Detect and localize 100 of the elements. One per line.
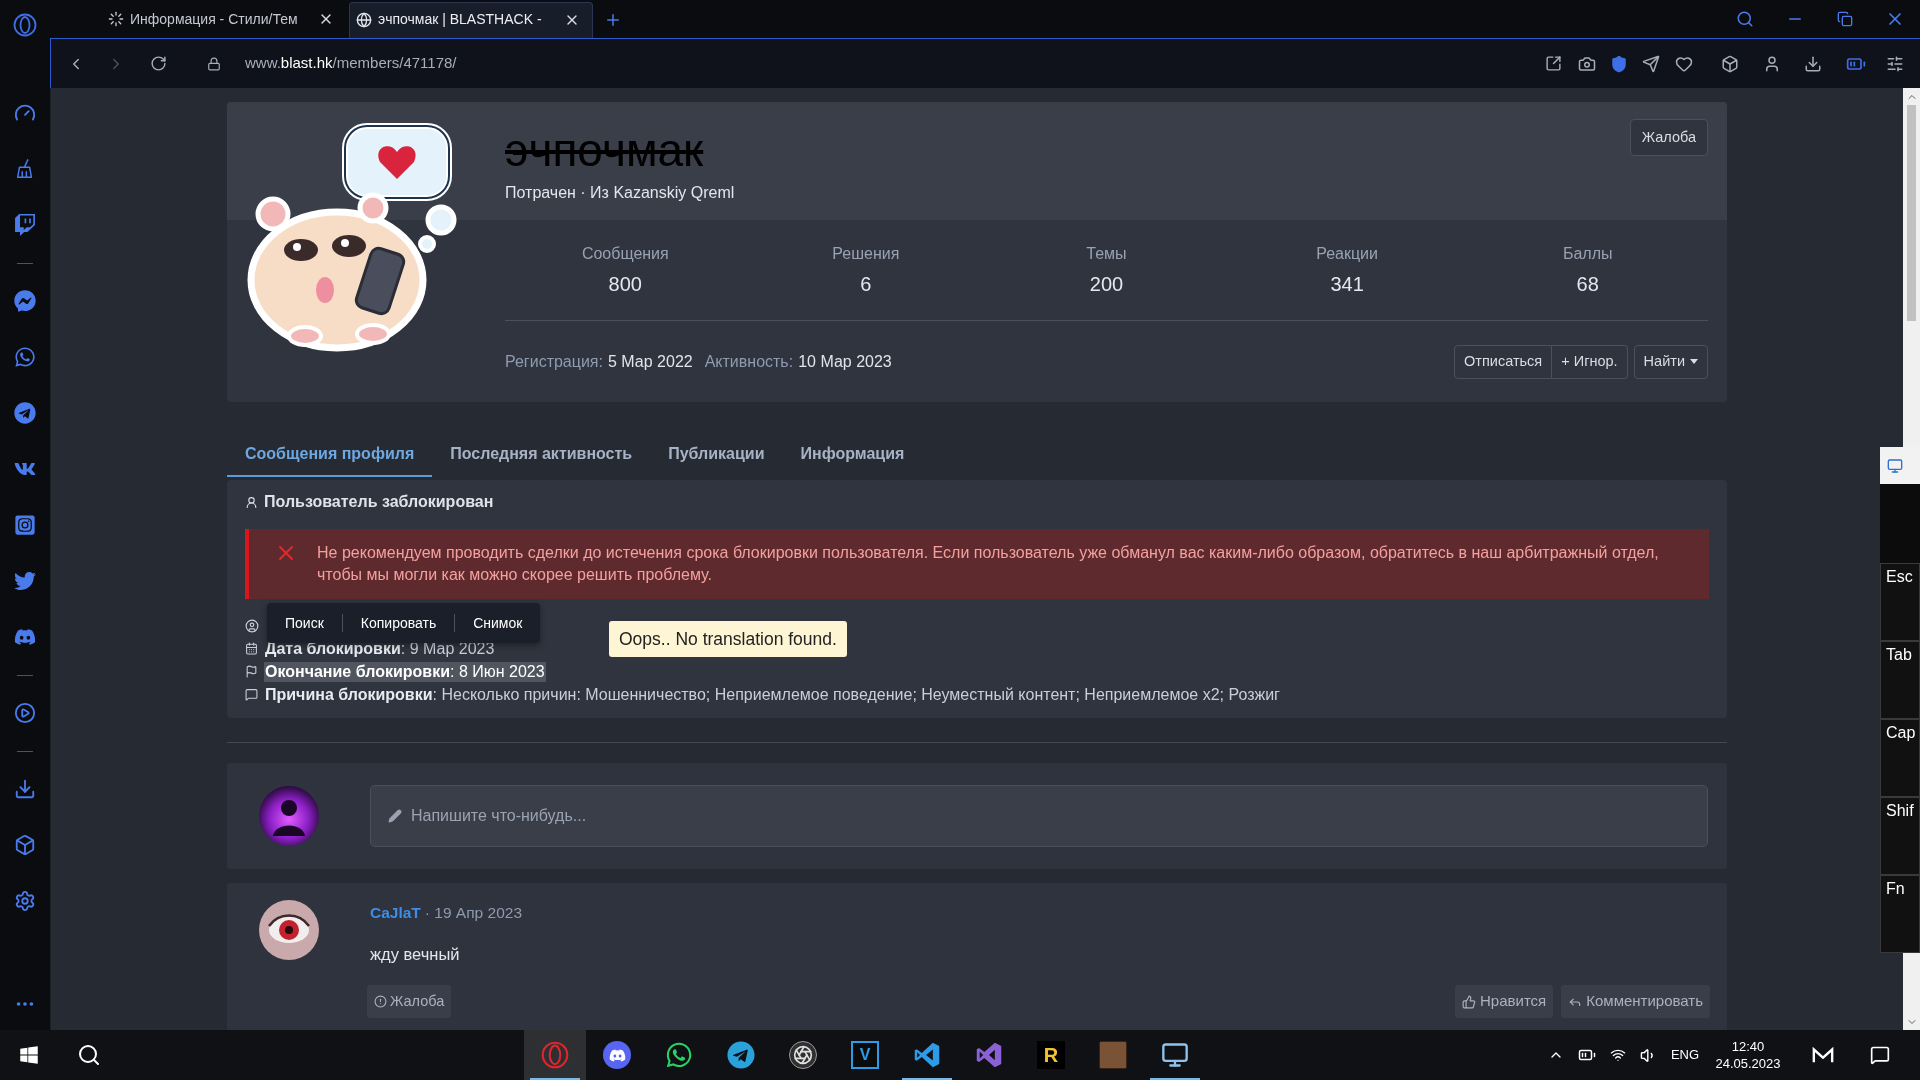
shield-icon[interactable] xyxy=(1610,54,1628,73)
popup-menu-item[interactable]: Поиск xyxy=(267,603,342,643)
instagram-icon[interactable] xyxy=(14,514,36,536)
comment-input[interactable]: Напишите что-нибудь... xyxy=(370,785,1708,847)
wifi-icon[interactable] xyxy=(1610,1047,1626,1063)
browser-tab[interactable]: эчпочмак | BLASTHACK - xyxy=(349,2,593,38)
activity-date: 10 Мар 2023 xyxy=(798,351,892,372)
stat-value: 800 xyxy=(608,272,642,297)
clock-time[interactable]: 12:40 xyxy=(1731,1038,1765,1055)
cube-icon[interactable] xyxy=(1721,54,1739,73)
user-icon xyxy=(245,495,258,509)
whatsapp-icon[interactable] xyxy=(14,346,36,368)
alert-icon xyxy=(374,995,387,1008)
translation-tooltip: Oops.. No translation found. xyxy=(609,621,847,657)
notifications-icon[interactable] xyxy=(1870,1045,1890,1065)
keyboard-key[interactable]: Esc xyxy=(1880,563,1920,641)
keyboard-key[interactable]: Shif xyxy=(1880,797,1920,875)
user-subtitle: Потрачен · Из Kazanskiy Qreml xyxy=(505,183,735,203)
caret-icon xyxy=(1690,359,1698,365)
taskbar-app[interactable]: V xyxy=(834,1030,896,1080)
unfollow-button[interactable]: Отписаться xyxy=(1454,344,1553,379)
stat-label: Баллы xyxy=(1562,244,1613,265)
keyboard-key[interactable]: Tab xyxy=(1880,641,1920,719)
profile-tab[interactable]: Публикации xyxy=(650,432,783,477)
cube-icon[interactable] xyxy=(14,834,36,856)
user-avatar xyxy=(259,900,319,960)
monitor-icon xyxy=(1161,1041,1189,1069)
aperture-icon xyxy=(789,1041,817,1069)
search-icon[interactable] xyxy=(1736,10,1754,28)
thumbs-up-icon xyxy=(1462,994,1477,1009)
messenger-icon[interactable] xyxy=(14,290,36,312)
new-tab-icon[interactable] xyxy=(604,11,622,29)
activity-label: Активность: xyxy=(704,351,794,372)
stat-label: Решения xyxy=(832,244,900,265)
ban-title: Пользователь заблокирован xyxy=(264,492,494,512)
monitor-icon xyxy=(1887,457,1903,474)
taskbar-app[interactable]: R xyxy=(1020,1030,1082,1080)
user-avatar xyxy=(259,786,319,846)
post-text: жду вечный xyxy=(369,944,461,964)
visual-studio-icon xyxy=(975,1041,1003,1069)
browser-tab[interactable]: Информация - Стили/Тем xyxy=(104,2,344,38)
browser-logo-icon[interactable] xyxy=(13,13,37,37)
language-indicator[interactable]: ENG xyxy=(1670,1045,1700,1065)
pencil-icon xyxy=(388,809,402,823)
browser-ring-icon xyxy=(541,1041,569,1069)
stat-value: 68 xyxy=(1576,272,1599,297)
settings-sliders-icon[interactable] xyxy=(1886,54,1904,73)
twitter-icon[interactable] xyxy=(14,570,36,592)
url-field[interactable]: www.blast.hk/members/471178/ xyxy=(245,52,457,75)
stat-label: Темы xyxy=(1086,244,1127,265)
author-link[interactable]: CaJlaT xyxy=(370,901,421,925)
profile-tab[interactable]: Последняя активность xyxy=(432,432,651,477)
speech-bubble-icon xyxy=(245,688,258,701)
camera-icon[interactable] xyxy=(1578,54,1596,73)
lock-icon xyxy=(207,56,221,71)
user-icon[interactable] xyxy=(1763,54,1781,73)
profile-tab[interactable]: Информация xyxy=(782,432,923,477)
download-icon[interactable] xyxy=(14,778,36,800)
whatsapp-icon xyxy=(665,1041,693,1069)
stat-value: 341 xyxy=(1330,272,1364,297)
stat-label: Сообщения xyxy=(581,244,669,265)
popup-menu-item[interactable]: Копировать xyxy=(342,603,455,643)
post-date: · 19 Апр 2023 xyxy=(424,903,522,924)
download-icon[interactable] xyxy=(1804,54,1822,73)
taskbar-app[interactable] xyxy=(524,1030,586,1080)
comment-button[interactable]: Комментировать xyxy=(1561,985,1710,1018)
send-icon[interactable] xyxy=(1642,54,1660,73)
ban-detail: Причина блокировки: Несколько причин: Мошенничество; Неприемлемое поведение; Неуместный контент; Неприемлемое x2; Розжиг xyxy=(264,684,1281,705)
username: эчпочмак xyxy=(505,126,704,174)
heart-icon[interactable] xyxy=(1675,54,1693,73)
play-icon[interactable] xyxy=(14,702,36,724)
app-logo: R xyxy=(1037,1041,1065,1069)
share-icon[interactable] xyxy=(1545,55,1562,72)
popup-menu-item[interactable]: Снимок xyxy=(455,603,541,643)
clock-date[interactable]: 24.05.2023 xyxy=(1715,1055,1781,1072)
app-logo: V xyxy=(851,1041,879,1069)
windows-logo-icon xyxy=(19,1045,39,1065)
settings-icon[interactable] xyxy=(14,890,36,912)
ban-detail: Окончание блокировки: 8 Июн 2023 xyxy=(264,661,546,682)
stat-value: 6 xyxy=(860,272,872,297)
flag-icon xyxy=(245,665,258,678)
keyboard-key[interactable]: Cap xyxy=(1880,719,1920,797)
twitch-icon[interactable] xyxy=(14,214,36,236)
scrollbar-thumb[interactable] xyxy=(1907,105,1916,321)
report-button[interactable]: Жалоба xyxy=(1629,119,1708,156)
profile-tab[interactable]: Сообщения профиля xyxy=(227,432,433,477)
stat-value: 200 xyxy=(1089,272,1124,297)
report-button[interactable]: Жалоба xyxy=(367,985,452,1018)
reload-icon[interactable] xyxy=(150,55,167,72)
like-button[interactable]: Нравится xyxy=(1455,985,1554,1018)
stat-label: Реакции xyxy=(1316,244,1378,265)
telegram-icon xyxy=(727,1041,755,1069)
find-button[interactable]: Найти xyxy=(1633,344,1708,379)
restore-icon[interactable] xyxy=(1837,11,1853,27)
registration-label: Регистрация: xyxy=(505,351,603,372)
warning-text: Не рекомендуем проводить сделки до истечения срока блокировки пользователя. Если пользователь уже обманул вас каким-либо образом, обратитесь в наш арбитражный отдел, чтобы мы могли как можно скорее решить проблему. xyxy=(317,543,1660,585)
ignore-button[interactable]: + Игнор. xyxy=(1552,344,1628,379)
keyboard-key[interactable]: Fn xyxy=(1880,875,1920,953)
discord-icon xyxy=(603,1041,631,1069)
telegram-icon[interactable] xyxy=(14,402,36,424)
